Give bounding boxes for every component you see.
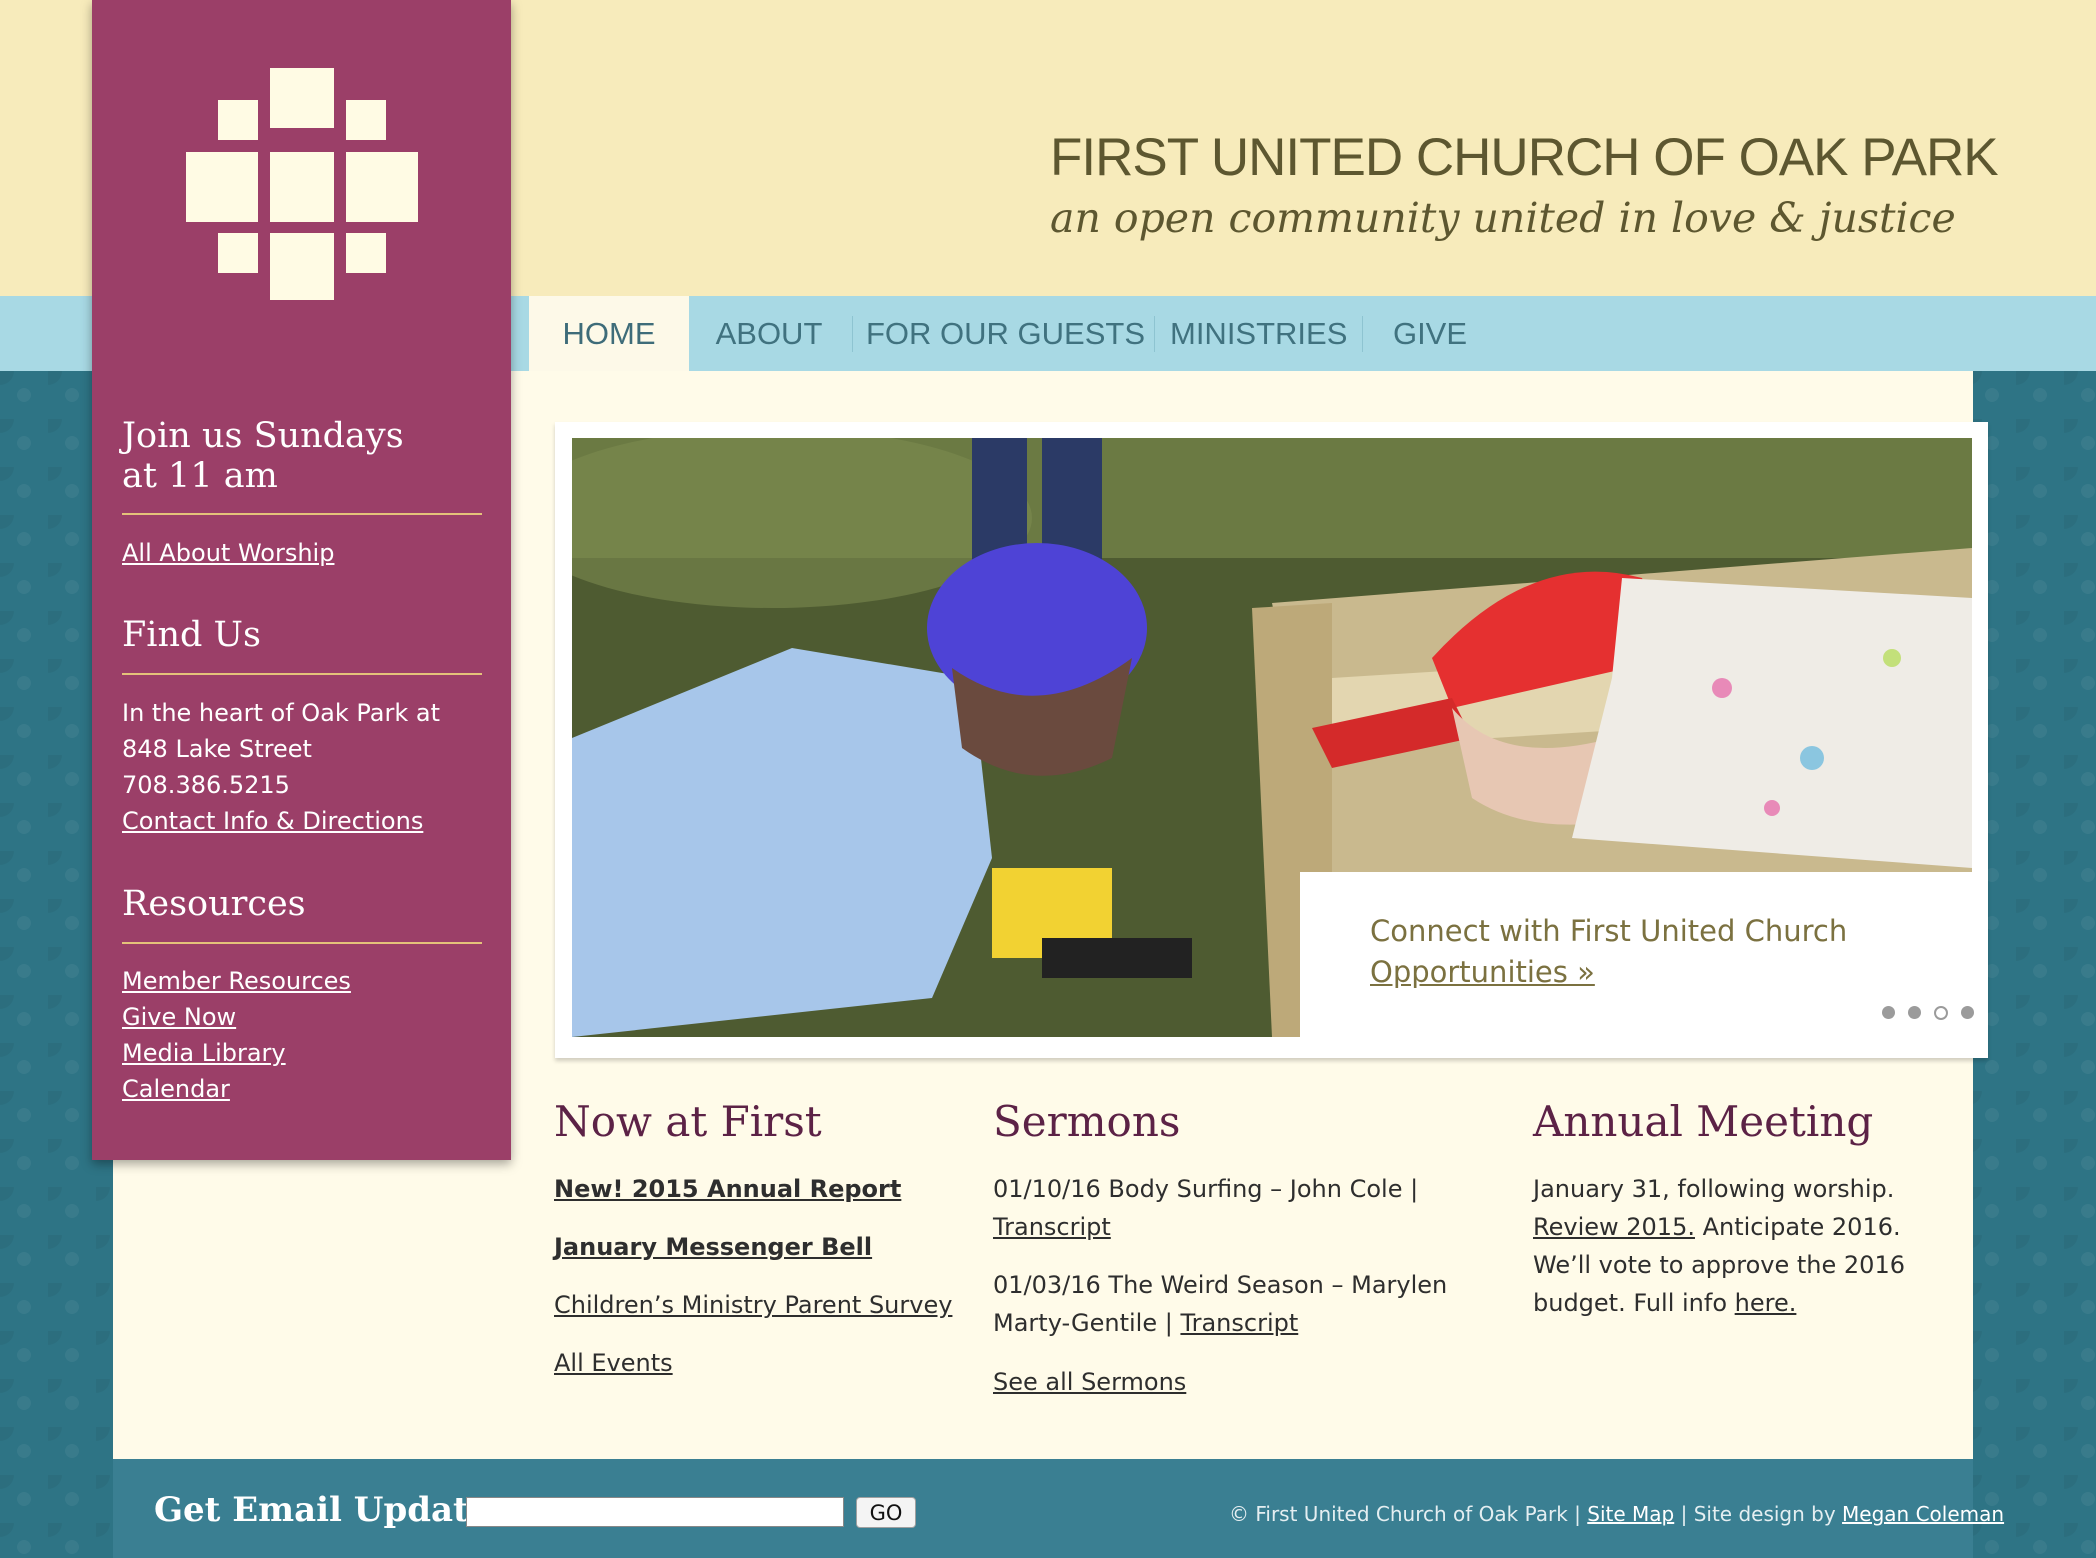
tab-home[interactable]: HOME [529, 296, 689, 371]
sermon-2-author: Marty-Gentile | Transcript [993, 1304, 1298, 1342]
resources-heading: Resources [122, 884, 306, 924]
parent-survey-link[interactable]: Children’s Ministry Parent Survey [554, 1287, 952, 1323]
sermons-heading: Sermons [993, 1097, 1181, 1146]
budget-text: budget. Full info [1533, 1289, 1735, 1317]
annual-meeting-date: January 31, following worship. [1533, 1175, 1895, 1203]
tab-give[interactable]: GIVE [1380, 296, 1480, 371]
member-resources-link[interactable]: Member Resources [122, 963, 351, 999]
footer-credits: © First United Church of Oak Park | Site… [1229, 1497, 2004, 1531]
worship-heading-line2: at 11 am [122, 456, 278, 496]
contact-directions-link[interactable]: Contact Info & Directions [122, 803, 423, 839]
slider-dot-4[interactable] [1961, 1006, 1974, 1019]
find-us-line1: In the heart of Oak Park at [122, 699, 441, 727]
email-input[interactable] [466, 1497, 844, 1527]
messenger-bell-link[interactable]: January Messenger Bell [554, 1229, 872, 1265]
slider-opportunities-link[interactable]: Opportunities » [1370, 951, 1595, 993]
sidebar-divider [122, 942, 482, 944]
go-button[interactable]: GO [856, 1497, 916, 1528]
all-events-link[interactable]: All Events [554, 1345, 673, 1381]
sidebar-divider [122, 673, 482, 675]
designer-link[interactable]: Megan Coleman [1842, 1502, 2004, 1526]
copyright-text: © First United Church of Oak Park | [1229, 1502, 1588, 1526]
site-tagline: an open community united in love & justi… [1050, 194, 1956, 242]
annual-meeting-heading: Annual Meeting [1533, 1097, 1874, 1146]
sermon-2-author-text: Marty-Gentile | [993, 1309, 1181, 1337]
sermon-2-title: 01/03/16 The Weird Season – Marylen [993, 1271, 1448, 1299]
slider-dot-2[interactable] [1908, 1006, 1921, 1019]
all-about-worship-link[interactable]: All About Worship [122, 535, 334, 571]
see-all-sermons-link[interactable]: See all Sermons [993, 1364, 1186, 1400]
give-now-link[interactable]: Give Now [122, 999, 236, 1035]
annual-meeting-budget: budget. Full info here. [1533, 1284, 1796, 1322]
site-title[interactable]: FIRST UNITED CHURCH OF OAK PARK [1050, 128, 1999, 188]
full-info-link[interactable]: here. [1735, 1289, 1797, 1317]
annual-meeting-vote: We’ll vote to approve the 2016 [1533, 1251, 1905, 1279]
find-us-phone: 708.386.5215 [122, 771, 290, 799]
sidebar-divider [122, 513, 482, 515]
find-us-heading: Find Us [122, 615, 262, 655]
tab-ministries[interactable]: MINISTRIES [1170, 296, 1347, 371]
sermon-2-transcript-link[interactable]: Transcript [1180, 1309, 1298, 1337]
anticipate-text: Anticipate 2016. [1694, 1213, 1901, 1241]
cross-mosaic-logo[interactable] [186, 68, 418, 300]
annual-meeting-review: Review 2015. Anticipate 2016. [1533, 1208, 1901, 1246]
slider-dot-3-active[interactable] [1934, 1006, 1948, 1020]
sermon-1-transcript-link[interactable]: Transcript [993, 1209, 1111, 1245]
now-at-first-heading: Now at First [554, 1097, 822, 1146]
sermon-1-title: 01/10/16 Body Surfing – John Cole | [993, 1175, 1419, 1203]
nav-divider [1362, 316, 1363, 352]
media-library-link[interactable]: Media Library [122, 1035, 286, 1071]
worship-heading-line1: Join us Sundays [122, 416, 404, 456]
site-map-link[interactable]: Site Map [1587, 1502, 1674, 1526]
nav-divider [1154, 316, 1155, 352]
design-text: | Site design by [1674, 1502, 1843, 1526]
tab-about[interactable]: ABOUT [699, 296, 839, 371]
slider-dot-1[interactable] [1882, 1006, 1895, 1019]
slider-caption: Connect with First United Church [1370, 914, 1848, 948]
nav-divider [852, 316, 853, 352]
calendar-link[interactable]: Calendar [122, 1071, 230, 1107]
review-2015-link[interactable]: Review 2015. [1533, 1213, 1695, 1241]
annual-report-link[interactable]: New! 2015 Annual Report [554, 1171, 901, 1207]
find-us-address: 848 Lake Street [122, 735, 312, 763]
sidebar: Join us Sundays at 11 am All About Worsh… [92, 0, 511, 1160]
tab-for-our-guests[interactable]: FOR OUR GUESTS [866, 296, 1145, 371]
